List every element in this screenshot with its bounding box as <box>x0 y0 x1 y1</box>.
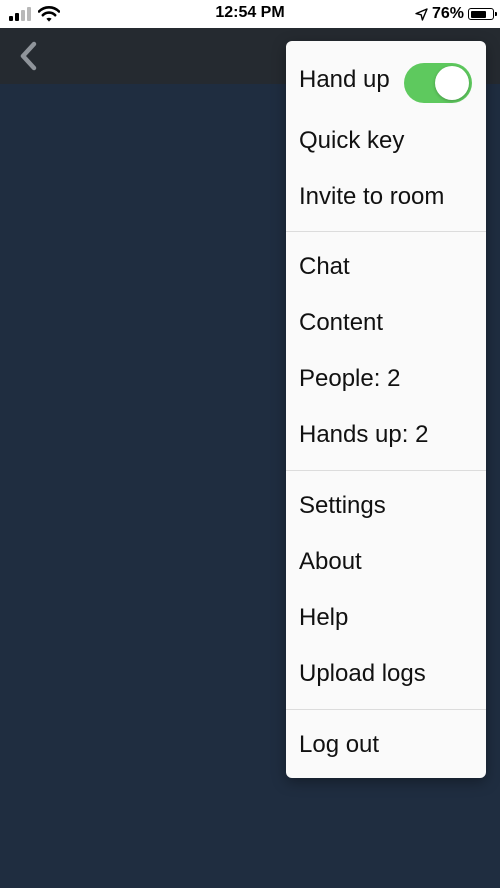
menu-item-label: About <box>299 548 362 575</box>
menu-item-label: Content <box>299 309 384 336</box>
menu-item-people[interactable]: People: 2 <box>286 351 486 407</box>
battery-icon <box>468 8 497 20</box>
menu-item-label: Chat <box>299 253 350 280</box>
menu-item-hands-up[interactable]: Hands up: 2 <box>286 407 486 463</box>
chevron-left-icon[interactable] <box>14 39 46 73</box>
status-bar: 12:54 PM 76% <box>0 0 500 28</box>
menu-item-label: People: 2 <box>299 365 401 392</box>
menu-item-label: Quick key <box>299 127 405 154</box>
location-arrow-icon <box>415 7 428 21</box>
menu-item-chat[interactable]: Chat <box>286 239 486 295</box>
menu-divider <box>286 231 486 232</box>
menu-item-content[interactable]: Content <box>286 295 486 351</box>
status-right: 76% <box>415 4 497 24</box>
menu-item-settings[interactable]: Settings <box>286 478 486 534</box>
menu-item-label: Log out <box>299 731 380 758</box>
menu-item-log-out[interactable]: Log out <box>286 717 486 773</box>
menu-item-label: Hands up: 2 <box>299 421 429 448</box>
overflow-menu: Hand up Quick key Invite to room Chat Co… <box>286 41 486 778</box>
menu-item-upload-logs[interactable]: Upload logs <box>286 646 486 702</box>
menu-divider <box>286 709 486 710</box>
menu-item-quick-key[interactable]: Quick key <box>286 113 486 169</box>
menu-item-help[interactable]: Help <box>286 590 486 646</box>
menu-item-label: Invite to room <box>299 183 445 210</box>
menu-item-label: Upload logs <box>299 660 426 687</box>
battery-level <box>470 10 486 18</box>
toggle-knob <box>435 66 469 100</box>
menu-item-label: Hand up <box>299 66 390 93</box>
menu-item-about[interactable]: About <box>286 534 486 590</box>
hand-up-toggle[interactable] <box>404 63 472 103</box>
battery-percent: 76% <box>431 5 464 22</box>
menu-item-hand-up[interactable]: Hand up <box>286 52 486 108</box>
menu-item-label: Settings <box>299 492 386 519</box>
menu-item-invite-to-room[interactable]: Invite to room <box>286 169 486 225</box>
menu-item-label: Help <box>299 604 349 631</box>
menu-divider <box>286 470 486 471</box>
